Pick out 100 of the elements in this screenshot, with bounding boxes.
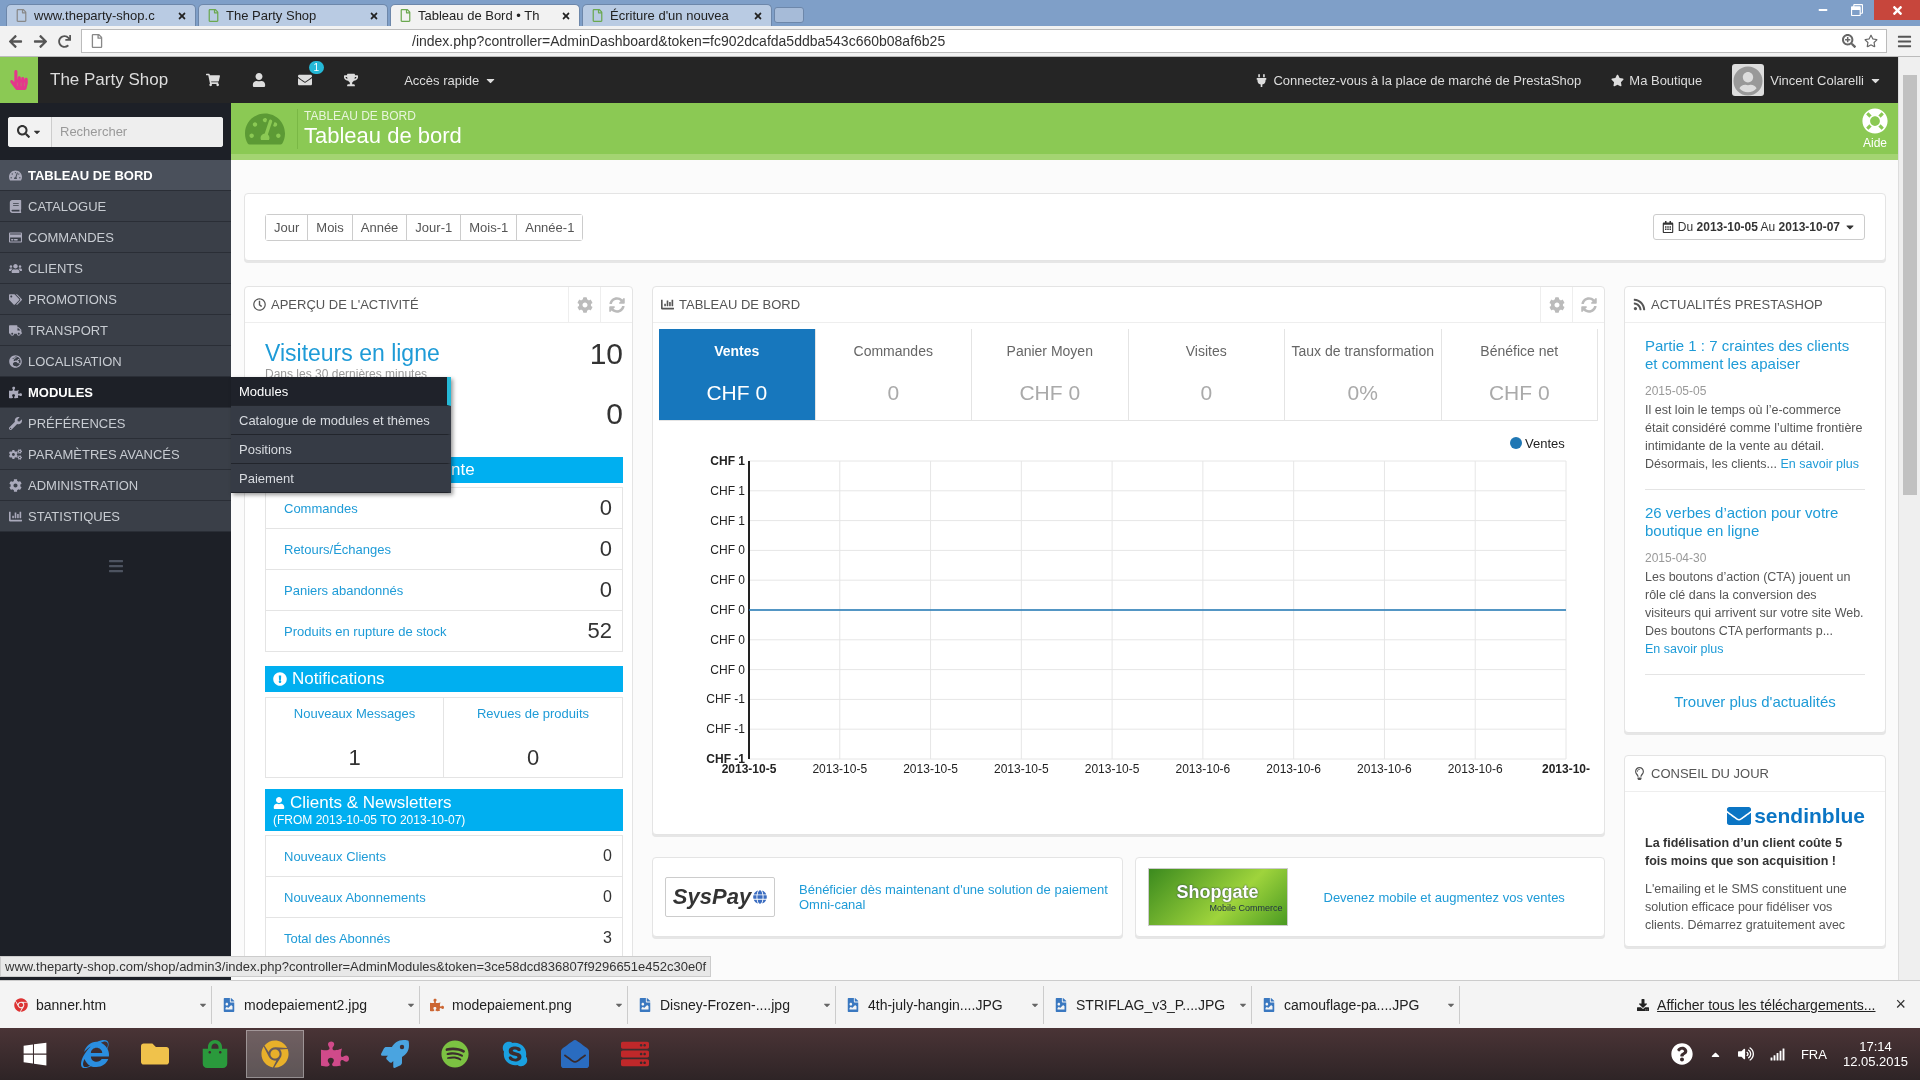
kpi-value: CHF 0 <box>1019 381 1081 405</box>
image-icon <box>846 997 860 1012</box>
my-shop-link[interactable]: Ma Boutique <box>1611 72 1703 88</box>
kpi-value: CHF 0 <box>706 381 768 405</box>
kpi-tab[interactable]: Ventes CHF 0 <box>659 329 816 420</box>
show-all-downloads-link[interactable]: Afficher tous les téléchargements... <box>1637 996 1876 1013</box>
browser-tab[interactable]: Écriture d'un nouvea <box>582 4 772 26</box>
close-icon[interactable] <box>753 10 763 21</box>
kpi-label: Ventes <box>714 343 760 359</box>
envelope-icon <box>561 1040 589 1068</box>
download-item[interactable]: modepaiement.png <box>420 985 628 1024</box>
back-icon[interactable] <box>8 33 23 49</box>
quick-access-menu[interactable]: Accès rapide <box>404 72 498 88</box>
browser-tab[interactable]: The Party Shop <box>198 4 388 26</box>
window-panes-icon <box>22 1041 48 1067</box>
logo-icon <box>0 57 38 103</box>
sidebar-item[interactable]: LOCALISATION <box>0 346 231 377</box>
submenu-item[interactable]: Modules <box>231 377 451 406</box>
partner-logo: Shopgate Mobile Commerce <box>1147 868 1288 926</box>
search-icon <box>17 125 30 138</box>
marketplace-link[interactable]: Connectez-vous à la place de marché de PrestaShop <box>1255 72 1582 88</box>
language-indicator[interactable]: FRA <box>1800 1046 1827 1062</box>
clock[interactable]: 17:14 12.05.2015 <box>1842 1039 1908 1069</box>
submenu-item[interactable]: Catalogue de modules et thèmes <box>231 406 451 435</box>
axis-label: CHF 0 <box>710 543 745 558</box>
sidebar-item[interactable]: STATISTIQUES <box>0 501 231 532</box>
download-icon <box>1637 998 1650 1011</box>
browser-tab[interactable]: Tableau de Bord • Th <box>390 4 580 26</box>
axis-label: 2013-10-5 <box>903 762 958 776</box>
sidebar-item[interactable]: TABLEAU DE BORD <box>0 160 231 191</box>
date-range-button[interactable]: Du 2013-10-05 Au 2013-10-07 <box>1652 214 1865 240</box>
volume-icon[interactable] <box>1737 1046 1754 1062</box>
cart-icon[interactable] <box>206 73 221 87</box>
axis-label: 2013-10-5 <box>993 762 1049 776</box>
avatar-icon <box>1732 64 1765 96</box>
forward-icon[interactable] <box>33 33 48 49</box>
user-menu[interactable]: Vincent Colarelli <box>1770 72 1882 88</box>
star-icon[interactable] <box>1864 34 1878 48</box>
help-icon[interactable] <box>1670 1043 1693 1065</box>
axis-label: CHF 0 <box>710 662 745 677</box>
sidebar-item[interactable]: COMMANDES <box>0 222 231 253</box>
kpi-value: 0 <box>1200 381 1213 405</box>
page-icon <box>399 9 412 22</box>
sidebar-item[interactable]: CATALOGUE <box>0 191 231 222</box>
globe-icon <box>9 354 22 368</box>
sidebar-item[interactable]: TRANSPORT <box>0 315 231 346</box>
address-field[interactable]: /index.php?controller=AdminDashboard&token=fc902dcafda5ddba543c660b08af6b25 <box>81 29 1887 53</box>
download-item[interactable]: camouflage-pa....JPG <box>1252 985 1460 1024</box>
axis-label: CHF 1 <box>710 483 745 498</box>
stat-value: 52 <box>587 618 612 644</box>
submenu-item[interactable]: Paiement <box>231 464 451 493</box>
kpi-value: CHF 0 <box>1488 381 1550 405</box>
stat-value: 0 <box>526 745 540 771</box>
page-icon <box>207 9 220 22</box>
tip-text: L'emailing et le SMS constituent une solution efficace pour fidéliser vos clients. Démarrez gratuitement avec <box>1645 881 1848 934</box>
zoom-icon <box>1842 34 1856 48</box>
trophy-icon[interactable] <box>344 73 359 87</box>
download-item[interactable]: 4th-july-hangin....JPG <box>836 985 1044 1024</box>
bar-chart-icon <box>661 298 674 311</box>
stat-value: 0 <box>599 536 612 562</box>
scrollbar[interactable] <box>1898 57 1920 980</box>
sidebar-item[interactable]: PROMOTIONS <box>0 284 231 315</box>
sidebar-item[interactable]: PARAMÈTRES AVANCÉS <box>0 439 231 470</box>
brand-logo: sendinblue <box>1727 804 1865 828</box>
mail-icon[interactable] <box>298 73 313 87</box>
axis-label: 2013-10-5 <box>812 762 868 776</box>
period-button[interactable]: Jour <box>266 214 309 240</box>
download-item[interactable]: banner.htm <box>4 985 212 1024</box>
page-title: Tableau de bord <box>304 122 463 149</box>
download-item[interactable]: Disney-Frozen-....jpg <box>628 985 836 1024</box>
e-letter-icon <box>81 1040 109 1068</box>
menu-icon[interactable] <box>1897 33 1912 49</box>
close-icon[interactable] <box>369 10 379 21</box>
user-icon <box>273 797 285 809</box>
sidebar-item[interactable]: ADMINISTRATION <box>0 470 231 501</box>
section-title: Clients & Newsletters <box>290 793 452 813</box>
download-item[interactable]: STRIFLAG_v3_P....JPG <box>1044 985 1252 1024</box>
panel-title: APERÇU DE L'ACTIVITÉ <box>271 297 419 312</box>
stat-value: 0 <box>599 577 612 603</box>
axis-label: 2013-10-6 <box>1357 762 1412 776</box>
network-icon[interactable] <box>1769 1046 1785 1062</box>
close-icon[interactable] <box>561 10 571 21</box>
close-button[interactable] <box>1874 0 1920 20</box>
search-scope-button[interactable] <box>8 116 52 147</box>
axis-label: CHF 0 <box>710 573 745 588</box>
user-icon[interactable] <box>252 73 267 87</box>
submenu-item[interactable]: Positions <box>231 435 451 464</box>
sidebar-item[interactable]: PRÉFÉRENCES <box>0 408 231 439</box>
panel-title: ACTUALITÉS PRESTASHOP <box>1651 297 1823 312</box>
taskbar-button[interactable] <box>246 1030 304 1078</box>
sound-waves-icon <box>441 1040 469 1068</box>
shop-name[interactable]: The Party Shop <box>50 70 169 90</box>
sidebar-item[interactable]: CLIENTS <box>0 253 231 284</box>
partner-logo: SysPay <box>665 877 775 917</box>
download-item[interactable]: modepaiement2.jpg <box>212 985 420 1024</box>
reload-icon[interactable] <box>58 34 71 48</box>
browser-tab[interactable]: www.theparty-shop.c <box>6 4 196 26</box>
close-icon[interactable] <box>177 10 187 21</box>
close-button[interactable]: × <box>1895 994 1906 1015</box>
search-field[interactable]: Rechercher <box>52 116 223 147</box>
